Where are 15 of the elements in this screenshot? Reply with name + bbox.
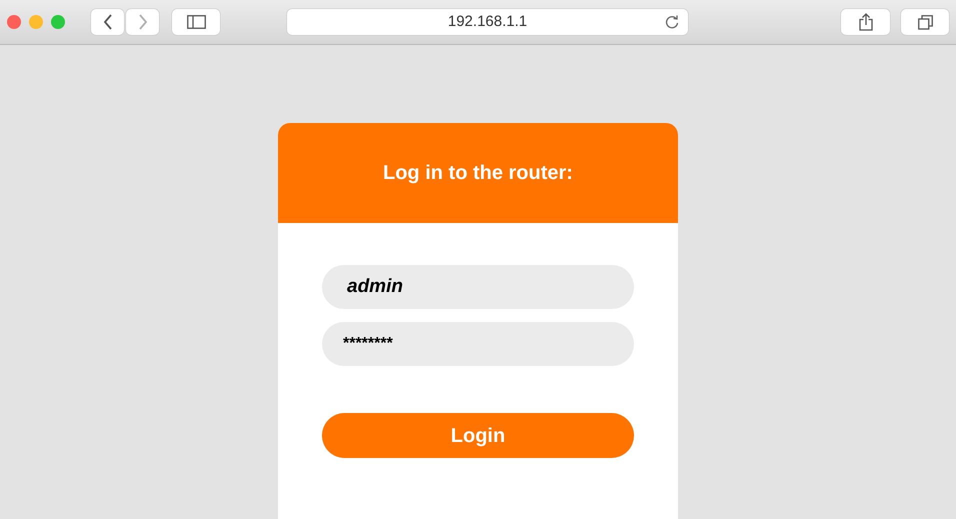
reload-icon[interactable]	[664, 14, 680, 30]
share-icon	[858, 13, 872, 31]
share-button[interactable]	[841, 9, 890, 35]
tabs-button[interactable]	[901, 9, 949, 35]
username-field[interactable]: admin	[322, 265, 634, 309]
back-button[interactable]	[91, 9, 124, 35]
sidebar-button[interactable]	[172, 9, 220, 35]
forward-icon	[138, 14, 148, 30]
password-field[interactable]: ********	[322, 322, 634, 366]
address-bar[interactable]: 192.168.1.1	[287, 9, 688, 35]
login-title: Log in to the router:	[383, 161, 573, 186]
tabs-icon	[918, 14, 932, 30]
sidebar-icon	[186, 15, 206, 29]
back-icon	[102, 14, 112, 30]
address-text: 192.168.1.1	[448, 12, 528, 32]
